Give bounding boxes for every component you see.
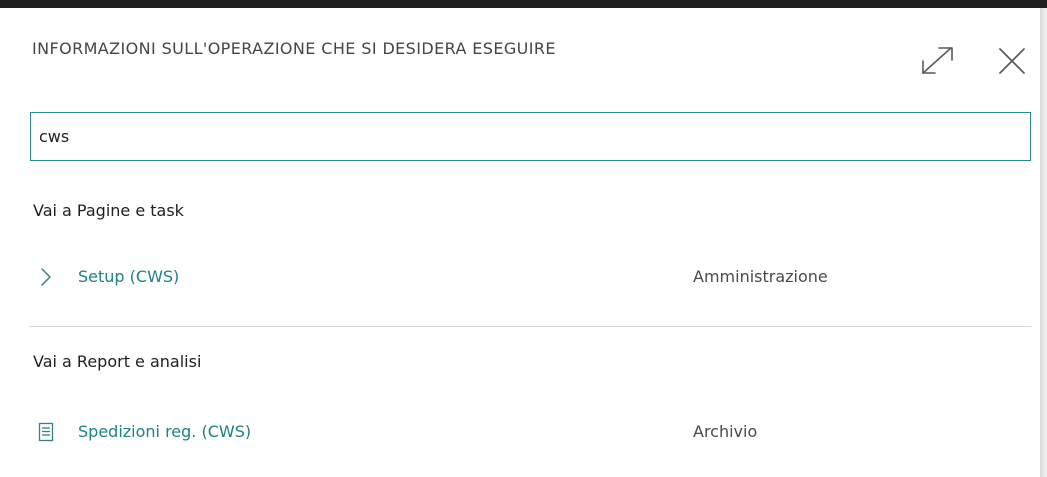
close-icon[interactable] <box>995 44 1029 78</box>
top-window-strip <box>0 0 1047 8</box>
expand-icon[interactable] <box>918 42 958 78</box>
dialog-edge-shadow <box>1040 8 1047 477</box>
section-heading-pages-tasks: Vai a Pagine e task <box>33 201 184 220</box>
section-divider <box>30 326 1031 327</box>
result-category: Amministrazione <box>693 267 828 286</box>
section-heading-reports-analysis: Vai a Report e analisi <box>33 352 202 371</box>
result-link[interactable]: Spedizioni reg. (CWS) <box>78 422 251 442</box>
tell-me-dialog <box>0 8 1040 477</box>
result-category: Archivio <box>693 422 758 441</box>
search-input[interactable] <box>30 112 1031 161</box>
result-link[interactable]: Setup (CWS) <box>78 267 179 287</box>
report-icon <box>36 422 56 442</box>
result-row-setup-cws[interactable]: Setup (CWS) Amministrazione <box>30 257 1031 297</box>
result-row-spedizioni-reg-cws[interactable]: Spedizioni reg. (CWS) Archivio <box>30 412 1031 452</box>
chevron-right-icon <box>36 267 56 287</box>
dialog-title: INFORMAZIONI SULL'OPERAZIONE CHE SI DESI… <box>32 39 556 58</box>
